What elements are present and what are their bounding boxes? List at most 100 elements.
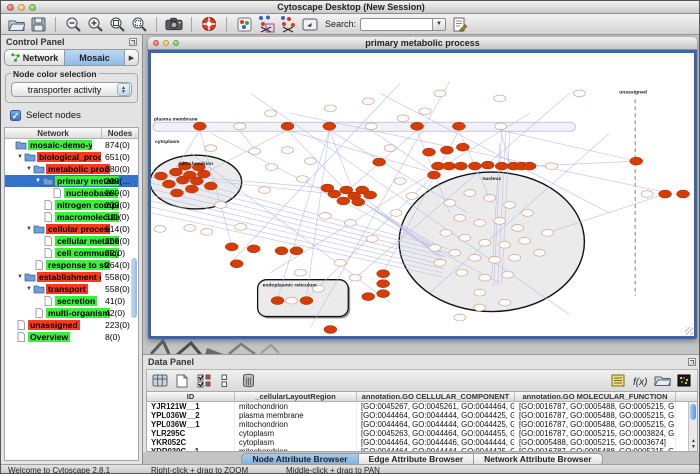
node[interactable]: [319, 213, 331, 220]
select-attributes-icon[interactable]: [195, 372, 213, 390]
tab-mosaic[interactable]: Mosaic: [65, 50, 125, 65]
node[interactable]: [479, 239, 491, 246]
annotation-icon[interactable]: [301, 15, 319, 33]
node[interactable]: [454, 314, 466, 321]
node[interactable]: [265, 110, 277, 117]
table-scrollbar-thumb[interactable]: [690, 404, 696, 420]
node[interactable]: [454, 162, 467, 170]
node[interactable]: [512, 224, 524, 231]
tree-row[interactable]: ▼transport558(0): [5, 283, 138, 295]
select-nodes-checkbox[interactable]: ✓: [10, 110, 21, 121]
node[interactable]: [290, 247, 303, 255]
node[interactable]: [259, 187, 271, 194]
node[interactable]: [352, 198, 365, 206]
node[interactable]: [154, 225, 166, 232]
node[interactable]: [440, 146, 453, 154]
table-column-header[interactable]: _cellularLayoutRegion: [235, 392, 357, 401]
vizmapper-icon[interactable]: [235, 15, 253, 33]
node[interactable]: [522, 210, 534, 217]
node[interactable]: [362, 98, 374, 105]
attribute-list-icon[interactable]: [609, 372, 627, 390]
float-panel-icon[interactable]: [129, 38, 137, 46]
node[interactable]: [170, 189, 183, 197]
node[interactable]: [286, 297, 298, 304]
node[interactable]: [204, 182, 217, 190]
node[interactable]: [454, 215, 466, 222]
node[interactable]: [294, 269, 306, 276]
node[interactable]: [474, 220, 486, 227]
table-row[interactable]: YPL036W__2plasma membrane[GO:0044464, GO…: [147, 411, 697, 420]
node[interactable]: [499, 241, 511, 248]
new-attribute-icon[interactable]: [173, 372, 191, 390]
node[interactable]: [479, 274, 491, 281]
tree-row[interactable]: cellular metabol209(0): [5, 235, 138, 247]
node[interactable]: [427, 171, 440, 179]
tree-row[interactable]: ▼cellular process614(0): [5, 223, 138, 235]
node[interactable]: [201, 228, 213, 235]
node[interactable]: [215, 202, 227, 209]
disclosure-triangle-icon[interactable]: ▼: [25, 226, 33, 232]
search-dropdown-button[interactable]: ▼: [432, 18, 446, 31]
tree-row[interactable]: ▼metabolic process280(0): [5, 163, 138, 175]
table-row[interactable]: YKR052Ccytoplasm[GO:0044464, GO:0044446,…: [147, 438, 697, 447]
edge[interactable]: [329, 130, 354, 194]
tree-row[interactable]: macromolecule311(0): [5, 211, 138, 223]
table-row[interactable]: YLR295Ccytoplasm[GO:0045263, GO:0044464,…: [147, 429, 697, 438]
node[interactable]: [546, 163, 558, 170]
node[interactable]: [411, 122, 424, 130]
node[interactable]: [344, 220, 356, 227]
node[interactable]: [452, 122, 465, 130]
table-column-header[interactable]: annotation.GO MOLECULAR_FUNCTION: [515, 392, 676, 401]
float-panel-icon[interactable]: [688, 358, 696, 366]
node[interactable]: [324, 105, 336, 112]
node[interactable]: [519, 237, 531, 244]
network-canvas[interactable]: plasma membranecytoplasmmitochondrionnuc…: [151, 53, 694, 336]
node[interactable]: [271, 297, 284, 305]
node[interactable]: [162, 180, 175, 188]
node[interactable]: [184, 224, 196, 231]
tree-row[interactable]: nucleobase-209(0): [5, 187, 138, 199]
node[interactable]: [397, 115, 409, 122]
edge[interactable]: [287, 130, 433, 173]
tree-col-nodes[interactable]: Nodes: [102, 128, 138, 138]
node[interactable]: [495, 123, 507, 130]
node[interactable]: [406, 193, 418, 200]
node[interactable]: [573, 90, 585, 97]
tree-row[interactable]: mosaic-demo-yeast874(0): [5, 139, 138, 151]
tab-edge-attribute-browser[interactable]: Edge Attribute Browser: [359, 453, 475, 464]
node[interactable]: [321, 184, 334, 192]
node[interactable]: [373, 158, 386, 166]
node[interactable]: [384, 145, 396, 152]
node[interactable]: [337, 197, 350, 205]
node[interactable]: [154, 172, 167, 180]
node[interactable]: [185, 185, 198, 193]
zoom-fit-icon[interactable]: [108, 15, 126, 33]
node[interactable]: [469, 254, 481, 261]
open-icon[interactable]: [7, 15, 25, 33]
node[interactable]: [509, 254, 521, 261]
search-input[interactable]: [360, 18, 432, 31]
tree-row[interactable]: ▼primary metabo209(...: [5, 175, 138, 187]
node[interactable]: [494, 218, 506, 225]
node[interactable]: [323, 122, 336, 130]
table-scrollbar[interactable]: ▲▼: [688, 402, 697, 451]
zoom-in-icon[interactable]: [86, 15, 104, 33]
node[interactable]: [390, 210, 402, 217]
node[interactable]: [434, 259, 446, 266]
node[interactable]: [419, 108, 431, 115]
node[interactable]: [464, 190, 476, 197]
table-row[interactable]: YPL036W__1mitochondrion[GO:0044464, GO:0…: [147, 420, 697, 429]
import-attributes-icon[interactable]: [653, 372, 671, 390]
node[interactable]: [484, 195, 496, 202]
tree-row[interactable]: response to stimulu264(0): [5, 259, 138, 271]
resize-grip-icon[interactable]: [685, 327, 693, 335]
node[interactable]: [523, 162, 536, 170]
node[interactable]: [495, 162, 508, 170]
node[interactable]: [630, 157, 643, 165]
save-icon[interactable]: [29, 15, 47, 33]
node[interactable]: [434, 90, 446, 97]
node[interactable]: [504, 202, 516, 209]
node[interactable]: [474, 304, 486, 311]
attribute-editor-icon[interactable]: [450, 15, 468, 33]
table-row[interactable]: YJR121W__1mitochondrion[GO:0045267, GO:0…: [147, 402, 697, 411]
